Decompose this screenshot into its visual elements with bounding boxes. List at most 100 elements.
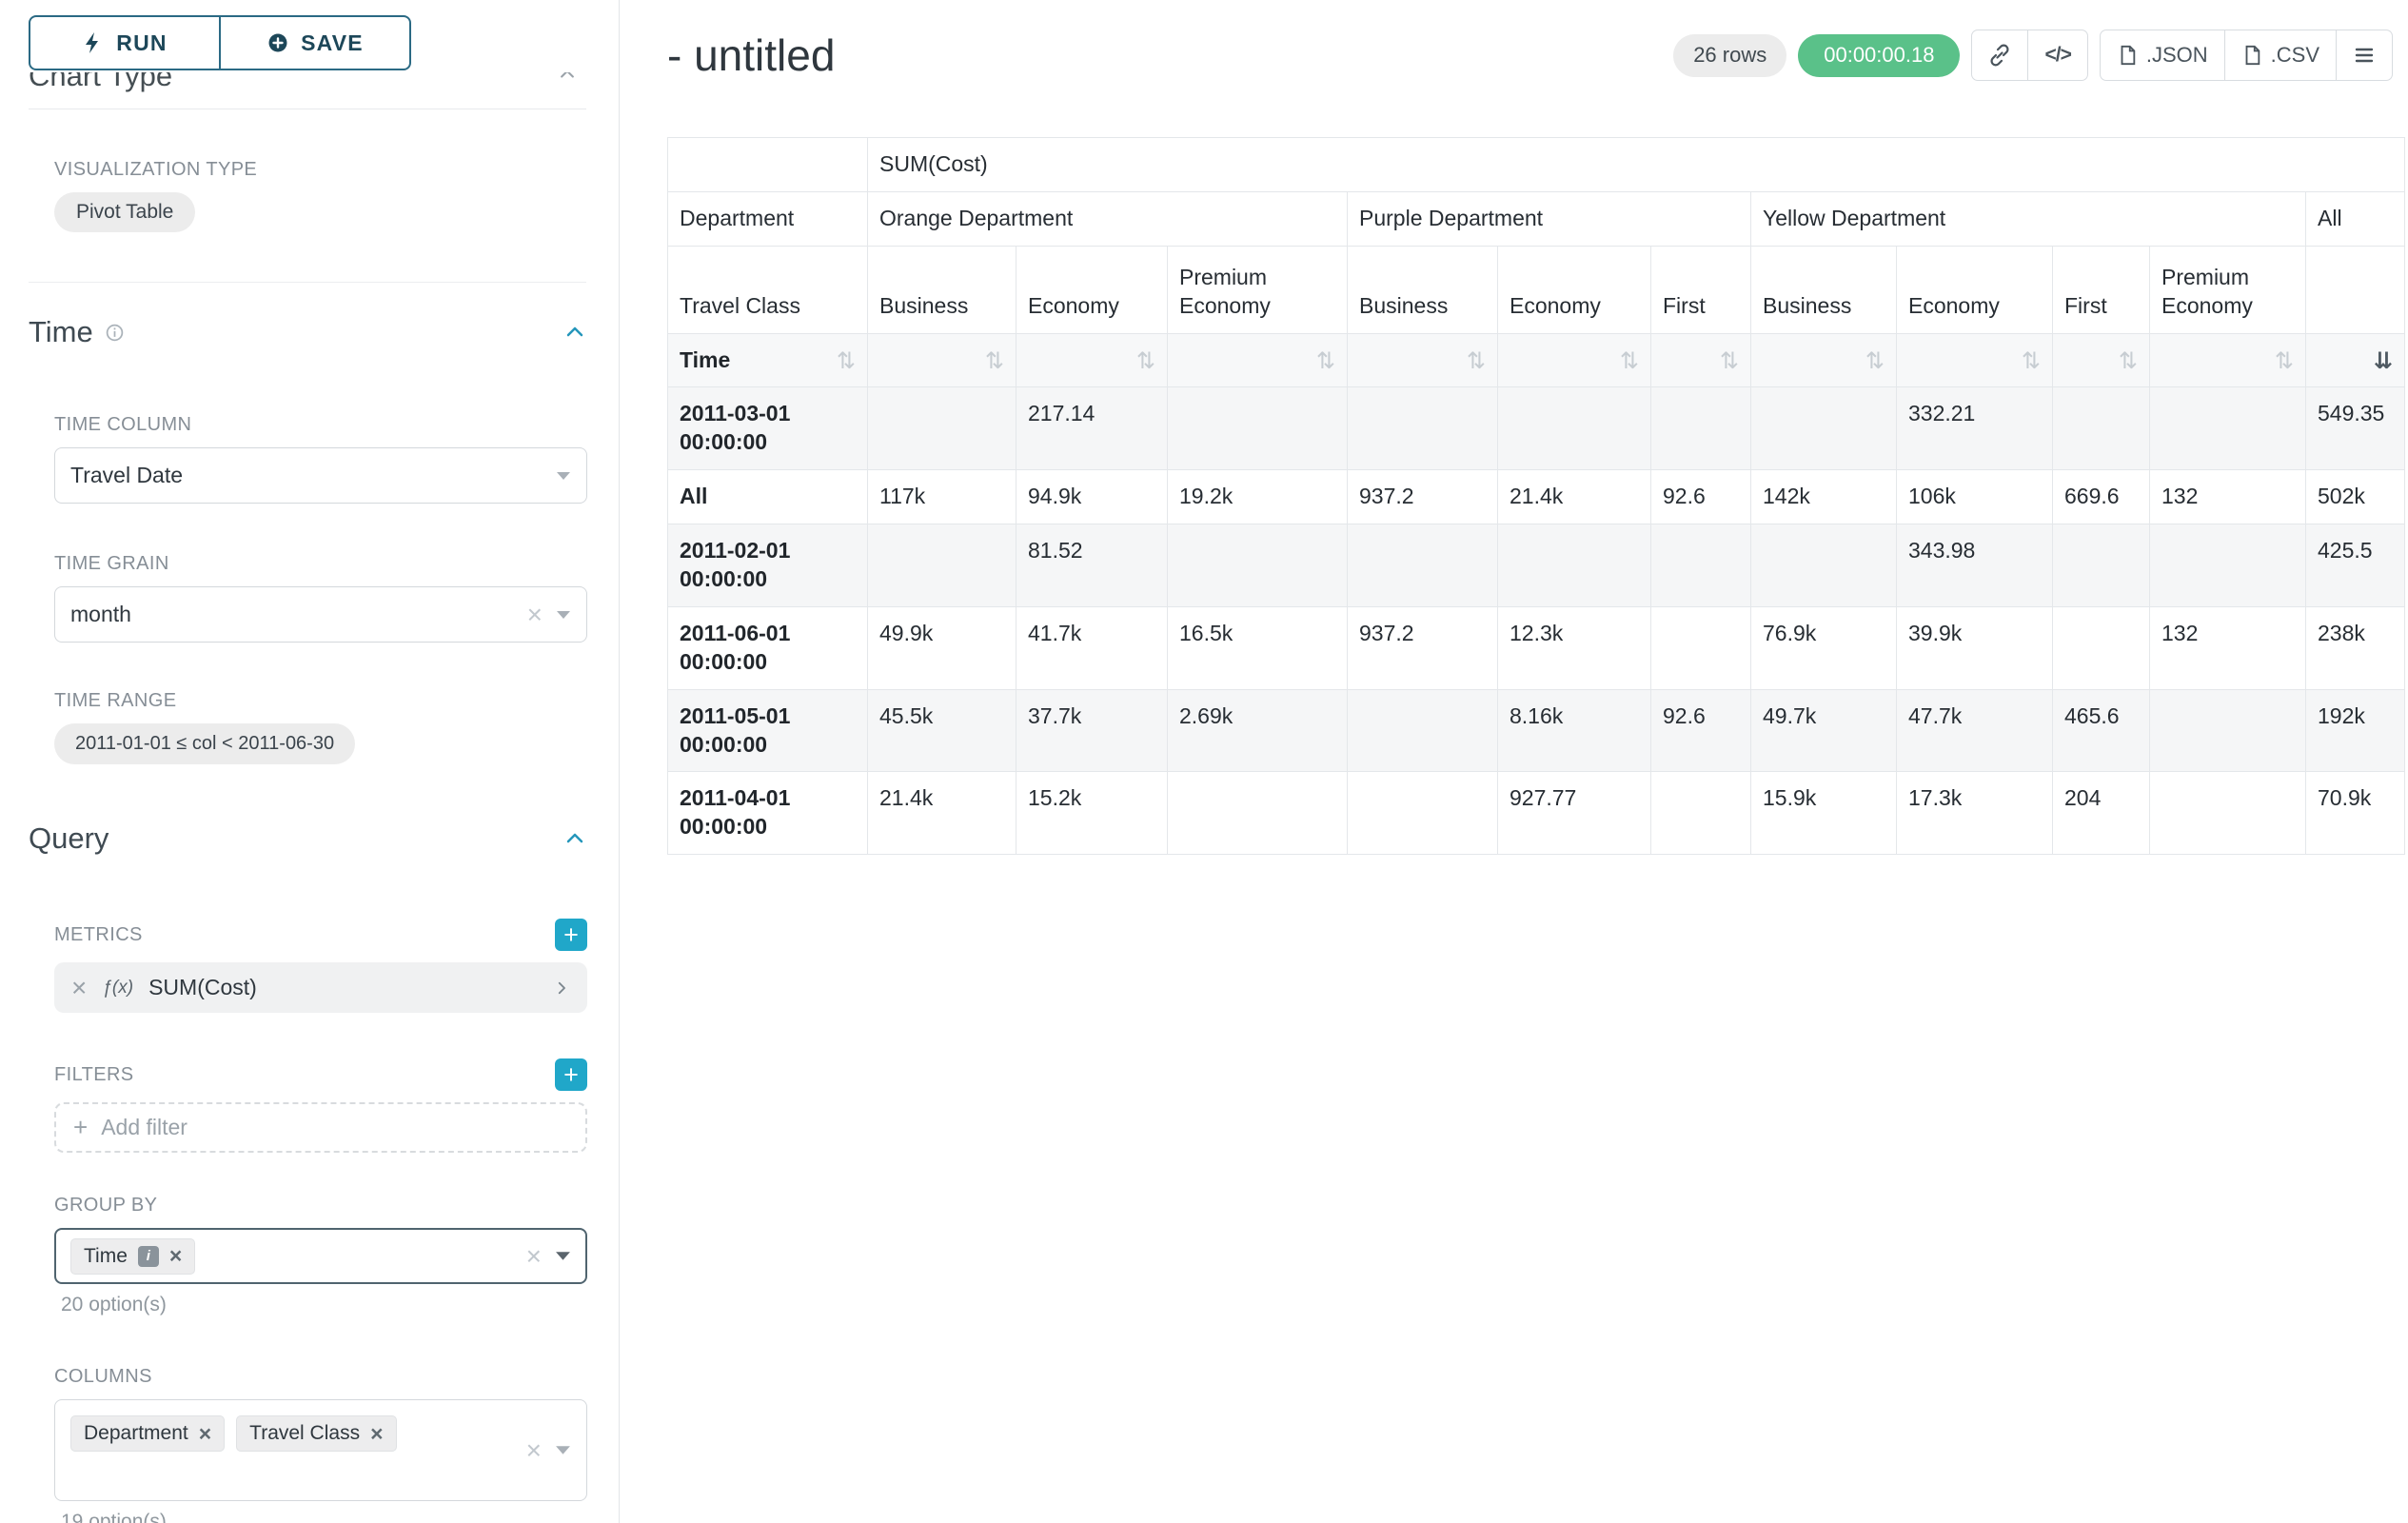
- sort-header-cell[interactable]: ⇅: [1348, 333, 1498, 387]
- collapse-section-icon[interactable]: [563, 827, 586, 850]
- sort-header-cell[interactable]: ⇅: [2053, 333, 2150, 387]
- sort-header-cell[interactable]: ⇅: [1168, 333, 1348, 387]
- metric-chip[interactable]: × ƒ(x) SUM(Cost): [54, 962, 587, 1013]
- selected-option-chip[interactable]: Department ×: [70, 1415, 225, 1452]
- row-count-badge: 26 rows: [1673, 34, 1786, 77]
- function-icon: ƒ(x): [102, 978, 133, 999]
- clear-icon[interactable]: ×: [527, 602, 543, 628]
- sort-icon[interactable]: ⇅: [2119, 349, 2138, 372]
- info-icon[interactable]: [105, 323, 125, 343]
- chart-title[interactable]: - untitled: [667, 30, 835, 81]
- metrics-label: METRICS: [54, 924, 143, 946]
- row-dimension-sort-header[interactable]: Time ⇅: [668, 333, 868, 387]
- run-button-label: RUN: [116, 30, 167, 56]
- chevron-up-icon[interactable]: [558, 72, 577, 89]
- value-cell: [1651, 772, 1751, 855]
- row-label-cell: 2011-02-01 00:00:00: [668, 524, 868, 607]
- sort-header-cell[interactable]: ⇅: [1897, 333, 2053, 387]
- value-cell: 927.77: [1498, 772, 1651, 855]
- sort-icon[interactable]: ⇅: [1720, 349, 1739, 372]
- query-section-title: Query: [29, 821, 109, 856]
- sort-icon[interactable]: ⇅: [2275, 349, 2294, 372]
- sort-desc-active-icon[interactable]: ⇊: [2374, 349, 2393, 372]
- caret-down-icon[interactable]: [555, 1445, 571, 1455]
- caret-down-icon[interactable]: [555, 1251, 571, 1261]
- export-json-button[interactable]: .JSON: [2100, 30, 2225, 81]
- more-menu-button[interactable]: [2337, 30, 2393, 81]
- sort-icon[interactable]: ⇅: [1865, 349, 1885, 372]
- clear-icon[interactable]: ×: [526, 1243, 542, 1270]
- value-cell: 76.9k: [1751, 606, 1897, 689]
- time-range-pill[interactable]: 2011-01-01 ≤ col < 2011-06-30: [54, 723, 355, 764]
- remove-chip-icon[interactable]: ×: [370, 1423, 383, 1445]
- sort-icon[interactable]: ⇅: [1467, 349, 1486, 372]
- sort-header-cell[interactable]: ⇅: [2150, 333, 2306, 387]
- sort-header-cell[interactable]: ⇅: [1498, 333, 1651, 387]
- pivot-row: 2011-04-01 00:00:0021.4k15.2k927.7715.9k…: [668, 772, 2405, 855]
- value-cell: [1348, 772, 1498, 855]
- value-cell: [1168, 524, 1348, 607]
- embed-code-button[interactable]: </>: [2028, 30, 2087, 81]
- metrics-label-row: METRICS +: [54, 919, 587, 951]
- filters-label: FILTERS: [54, 1064, 134, 1086]
- caret-down-icon[interactable]: [556, 471, 571, 481]
- chart-type-section-header[interactable]: Chart Type: [29, 72, 586, 101]
- metric-header-cell: SUM(Cost): [868, 138, 2405, 192]
- sort-icon[interactable]: ⇅: [2022, 349, 2041, 372]
- time-grain-select[interactable]: month ×: [54, 586, 587, 643]
- sort-icon[interactable]: ⇅: [1136, 349, 1155, 372]
- save-button[interactable]: SAVE: [220, 15, 411, 70]
- sort-icon[interactable]: ⇅: [1316, 349, 1335, 372]
- remove-chip-icon[interactable]: ×: [199, 1423, 211, 1445]
- value-cell: 15.9k: [1751, 772, 1897, 855]
- department-group-header: Orange Department: [868, 191, 1348, 246]
- chart-panel: - untitled 26 rows 00:00:00.18 </>: [620, 0, 2408, 1523]
- run-button[interactable]: RUN: [29, 15, 220, 70]
- chart-header-actions: 26 rows 00:00:00.18 </>: [1673, 30, 2393, 81]
- value-cell: 19.2k: [1168, 470, 1348, 524]
- value-cell: 132: [2150, 606, 2306, 689]
- value-cell: [1498, 387, 1651, 470]
- collapse-section-icon[interactable]: [563, 321, 586, 344]
- sort-header-cell[interactable]: ⇅: [1751, 333, 1897, 387]
- sort-header-cell[interactable]: ⇊: [2306, 333, 2405, 387]
- value-cell: 2.69k: [1168, 689, 1348, 772]
- time-grain-label: TIME GRAIN: [54, 553, 586, 575]
- remove-metric-icon[interactable]: ×: [71, 975, 87, 1001]
- selected-option-chip[interactable]: Travel Class×: [236, 1415, 396, 1452]
- selected-option-chip[interactable]: Timei×: [70, 1238, 195, 1275]
- sort-header-cell[interactable]: ⇅: [868, 333, 1016, 387]
- sort-icon[interactable]: ⇅: [1620, 349, 1639, 372]
- department-dimension-header: Department: [668, 191, 868, 246]
- columns-select[interactable]: Department×Travel Class× ×: [54, 1399, 587, 1501]
- sort-header-cell[interactable]: ⇅: [1016, 333, 1168, 387]
- export-csv-button[interactable]: .CSV: [2225, 30, 2337, 81]
- caret-down-icon[interactable]: [556, 610, 571, 620]
- sort-icon[interactable]: ⇅: [985, 349, 1004, 372]
- pivot-table-container: SUM(Cost)DepartmentOrange DepartmentPurp…: [667, 137, 2393, 855]
- sort-icon[interactable]: ⇅: [837, 349, 856, 372]
- visualization-type-label: VISUALIZATION TYPE: [54, 159, 586, 181]
- copy-link-button[interactable]: [1971, 30, 2028, 81]
- export-csv-label: .CSV: [2271, 43, 2319, 68]
- visualization-type-pill[interactable]: Pivot Table: [54, 192, 195, 232]
- value-cell: 502k: [2306, 470, 2405, 524]
- chevron-right-icon[interactable]: [553, 979, 570, 997]
- clear-icon[interactable]: ×: [526, 1437, 542, 1464]
- add-filter-button[interactable]: + Add filter: [54, 1102, 587, 1153]
- add-filter-plus-button[interactable]: +: [555, 1058, 587, 1091]
- row-dimension-label: Time: [680, 346, 730, 375]
- remove-chip-icon[interactable]: ×: [169, 1245, 182, 1267]
- row-label-cell: 2011-06-01 00:00:00: [668, 606, 868, 689]
- time-column-select[interactable]: Travel Date: [54, 447, 587, 504]
- value-cell: [2150, 524, 2306, 607]
- group-by-select[interactable]: Timei× ×: [54, 1228, 587, 1284]
- travel-class-header: Economy: [1897, 246, 2053, 333]
- pivot-corner-cell: [668, 138, 868, 192]
- sort-header-cell[interactable]: ⇅: [1651, 333, 1751, 387]
- chip-label: Department: [84, 1422, 188, 1445]
- value-cell: 17.3k: [1897, 772, 2053, 855]
- value-cell: 106k: [1897, 470, 2053, 524]
- add-metric-button[interactable]: +: [555, 919, 587, 951]
- value-cell: 132: [2150, 470, 2306, 524]
